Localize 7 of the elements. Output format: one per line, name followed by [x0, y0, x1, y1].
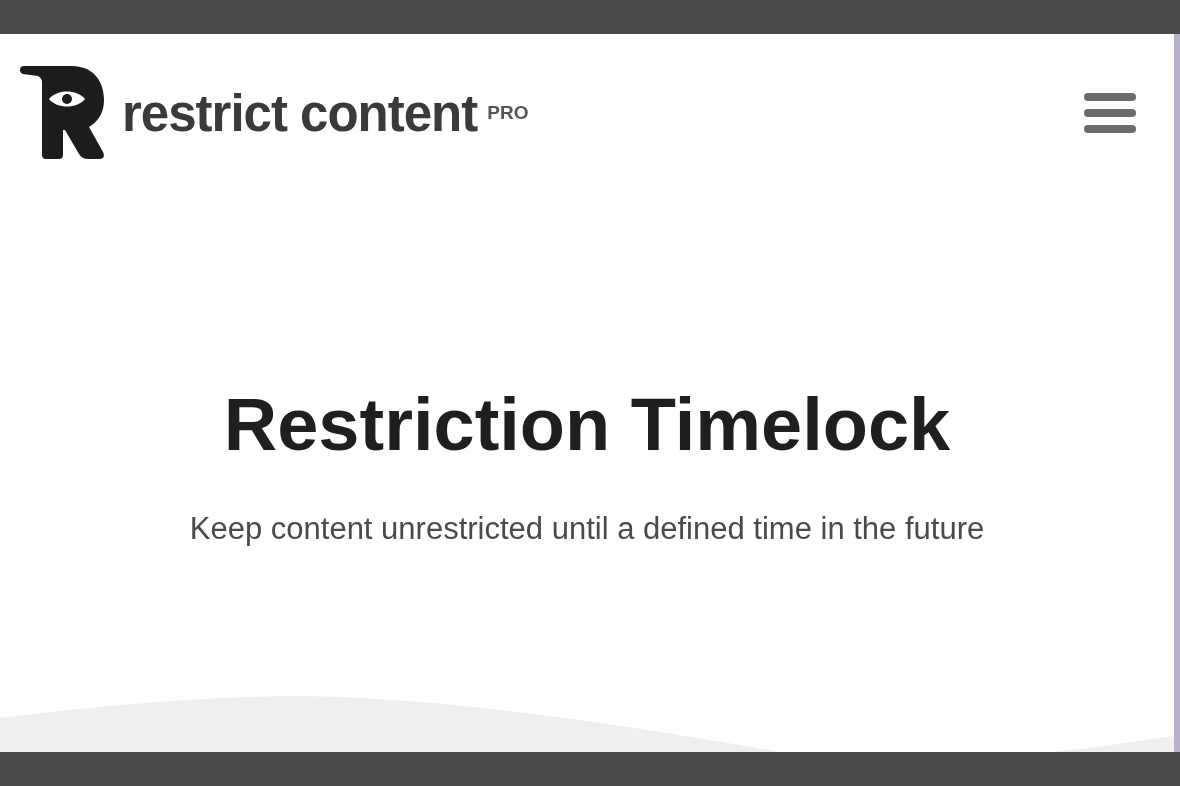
pro-label: PRO [487, 102, 529, 124]
menu-icon [1084, 93, 1136, 133]
page-title: Restriction Timelock [223, 384, 951, 466]
logo-icon [20, 66, 104, 160]
page-subtitle: Keep content unrestricted until a defined time in the future [189, 511, 985, 548]
logo-wordmark: restrict content [122, 84, 478, 143]
menu-button[interactable] [1084, 93, 1136, 133]
